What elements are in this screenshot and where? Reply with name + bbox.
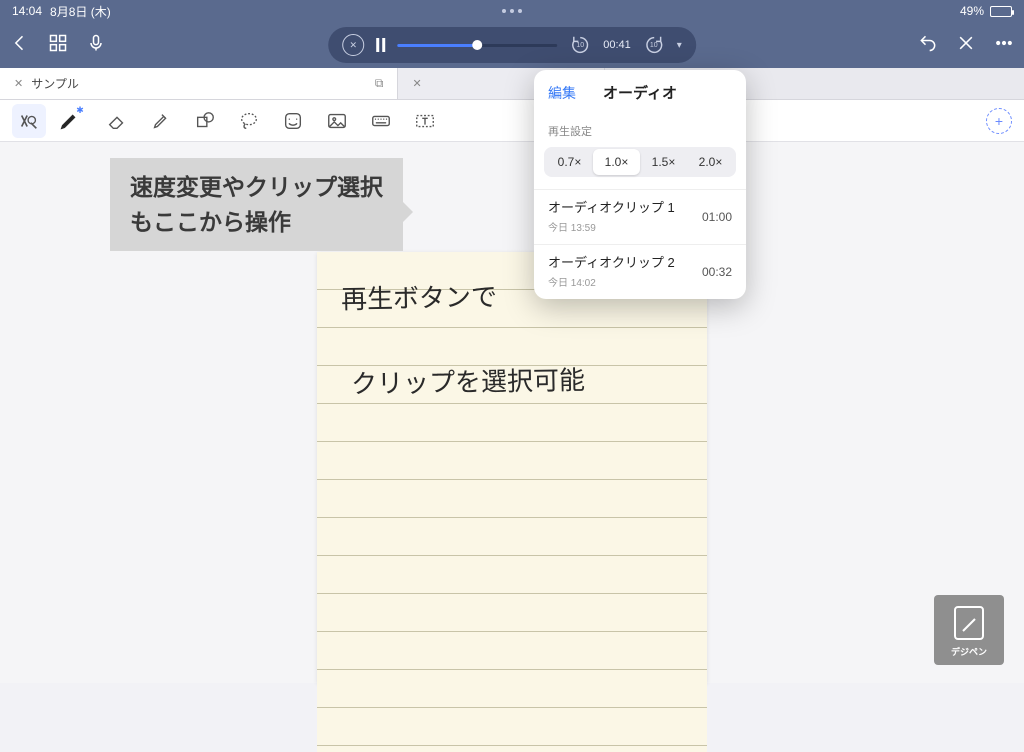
close-tab-icon[interactable]: ✕ [14, 77, 23, 90]
status-time: 14:04 [12, 4, 42, 18]
audio-popover: 編集 オーディオ 再生設定 0.7× 1.0× 1.5× 2.0× オーディオク… [534, 70, 746, 299]
audio-clip-row[interactable]: オーディオクリップ 2 今日 14:02 00:32 [534, 244, 746, 299]
add-page-button[interactable]: + [986, 108, 1012, 134]
zoom-tool[interactable] [12, 104, 46, 138]
tab-strip: ✕ サンプル ⧉ ✕ [0, 68, 1024, 100]
annotation-callout: 速度変更やクリップ選択 もここから操作 [110, 158, 403, 251]
note-page[interactable]: 再生ボタンで クリップを選択可能 [317, 252, 707, 683]
speed-option[interactable]: 2.0× [687, 149, 734, 175]
clip-name: オーディオクリップ 1 [548, 200, 702, 217]
nav-bar: ✕ 10 00:41 10 ▾ [0, 22, 1024, 68]
status-bar: 14:04 8月8日 (木) 49% [0, 0, 1024, 22]
clip-date: 今日 14:02 [548, 274, 702, 289]
pause-button[interactable] [376, 38, 385, 52]
close-tab-icon[interactable]: ✕ [412, 77, 421, 90]
eraser-tool[interactable] [100, 104, 134, 138]
audio-player: ✕ 10 00:41 10 ▾ [328, 27, 696, 63]
clip-duration: 00:32 [702, 265, 732, 279]
watermark: デジペン [934, 595, 1004, 665]
speed-segmented[interactable]: 0.7× 1.0× 1.5× 2.0× [544, 147, 736, 177]
skip-forward-button[interactable]: 10 [643, 34, 665, 56]
mic-icon[interactable] [86, 33, 106, 58]
handwriting-line: クリップを選択可能 [351, 360, 586, 401]
toolbar: ✱ + [0, 100, 1024, 142]
popover-title: オーディオ [576, 82, 732, 103]
audio-clip-row[interactable]: オーディオクリップ 1 今日 13:59 01:00 [534, 189, 746, 244]
skip-back-button[interactable]: 10 [569, 34, 591, 56]
pen-tool[interactable]: ✱ [56, 104, 90, 138]
close-player-button[interactable]: ✕ [342, 34, 364, 56]
lasso-tool[interactable] [232, 104, 266, 138]
clip-name: オーディオクリップ 2 [548, 255, 702, 272]
keyboard-tool[interactable] [364, 104, 398, 138]
image-tool[interactable] [320, 104, 354, 138]
textbox-tool[interactable] [408, 104, 442, 138]
handwriting-line: 再生ボタンで [341, 277, 498, 317]
clip-date: 今日 13:59 [548, 219, 702, 234]
edit-button[interactable]: 編集 [548, 83, 576, 103]
tab-action-icon[interactable]: ⧉ [375, 76, 384, 91]
battery-pct: 49% [960, 4, 984, 18]
tab-label: サンプル [31, 75, 79, 92]
speed-option[interactable]: 1.0× [593, 149, 640, 175]
play-time: 00:41 [603, 39, 631, 51]
speed-option[interactable]: 1.5× [640, 149, 687, 175]
status-date: 8月8日 (木) [50, 3, 111, 20]
clip-duration: 01:00 [702, 210, 732, 224]
chevron-down-icon[interactable]: ▾ [677, 40, 682, 51]
back-button[interactable] [10, 33, 30, 58]
undo-button[interactable] [918, 33, 938, 58]
close-button[interactable] [956, 33, 976, 58]
sticker-tool[interactable] [276, 104, 310, 138]
progress-slider[interactable] [397, 44, 557, 47]
grid-icon[interactable] [48, 33, 68, 58]
battery-icon [990, 6, 1012, 17]
section-label: 再生設定 [534, 115, 746, 143]
multitask-dots[interactable] [0, 9, 1024, 13]
shape-tool[interactable] [188, 104, 222, 138]
tab-sample[interactable]: ✕ サンプル ⧉ [0, 68, 398, 99]
speed-option[interactable]: 0.7× [546, 149, 593, 175]
highlighter-tool[interactable] [144, 104, 178, 138]
more-icon[interactable] [994, 33, 1014, 58]
